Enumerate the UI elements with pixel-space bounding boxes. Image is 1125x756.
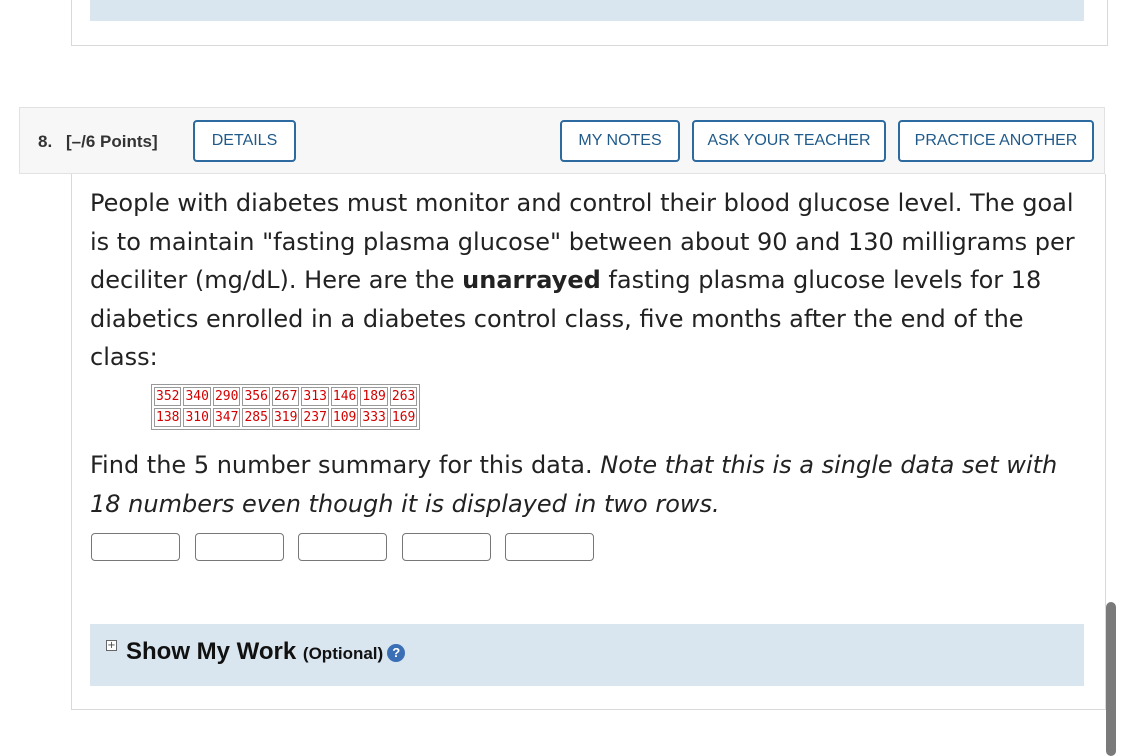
ask-your-teacher-button[interactable]: ASK YOUR TEACHER	[692, 120, 886, 162]
data-cell: 285	[242, 408, 270, 427]
question-text: People with diabetes must monitor and co…	[90, 184, 1090, 377]
question-body: People with diabetes must monitor and co…	[71, 174, 1106, 710]
help-icon[interactable]: ?	[387, 643, 406, 662]
data-cell: 169	[389, 408, 418, 427]
answer-input-1[interactable]	[91, 533, 180, 561]
details-button[interactable]: DETAILS	[193, 120, 296, 162]
previous-show-my-work-box[interactable]	[90, 0, 1084, 21]
data-cell: 313	[301, 387, 329, 406]
data-cell: 319	[271, 408, 300, 427]
data-row-2: 138 310 347 285 319 237 109 333 169	[154, 408, 418, 427]
data-cell: 340	[183, 387, 211, 406]
data-cell: 290	[212, 387, 241, 406]
data-cell: 138	[154, 408, 182, 427]
data-table: 352 340 290 356 267 313 146 189 263 138 …	[151, 384, 421, 430]
data-cell: 352	[154, 387, 182, 406]
instruction-plain: Find the 5 number summary for this data.	[90, 451, 601, 479]
data-cell: 347	[212, 408, 241, 427]
my-notes-button[interactable]: MY NOTES	[560, 120, 680, 162]
page: 8. [–/6 Points] DETAILS MY NOTES ASK YOU…	[0, 0, 1125, 756]
expand-plus-icon[interactable]: +	[106, 640, 117, 651]
question-number: 8.	[38, 132, 53, 151]
question-header: 8. [–/6 Points] DETAILS MY NOTES ASK YOU…	[19, 107, 1105, 174]
data-cell: 310	[183, 408, 211, 427]
show-my-work-title[interactable]: Show My Work (Optional)?	[126, 638, 406, 666]
data-cell: 237	[301, 408, 329, 427]
data-cell: 267	[271, 387, 300, 406]
show-my-work-label: Show My Work	[126, 638, 297, 665]
data-cell: 146	[330, 387, 359, 406]
show-my-work-box[interactable]: + Show My Work (Optional)?	[90, 624, 1084, 686]
answer-input-4[interactable]	[402, 533, 491, 561]
data-cell: 109	[330, 408, 359, 427]
question-points: [–/6 Points]	[66, 132, 158, 151]
optional-label: (Optional)	[302, 644, 384, 663]
answer-input-3[interactable]	[298, 533, 387, 561]
data-cell: 189	[360, 387, 388, 406]
previous-question-card	[71, 0, 1108, 46]
practice-another-button[interactable]: PRACTICE ANOTHER	[898, 120, 1094, 162]
data-row-1: 352 340 290 356 267 313 146 189 263	[154, 387, 418, 406]
answer-input-5[interactable]	[505, 533, 594, 561]
answer-input-2[interactable]	[195, 533, 284, 561]
question-text-bold: unarrayed	[462, 266, 601, 294]
data-cell: 356	[242, 387, 270, 406]
scrollbar-thumb[interactable]	[1106, 602, 1116, 756]
instruction-text: Find the 5 number summary for this data.…	[90, 446, 1090, 523]
data-cell: 263	[389, 387, 418, 406]
data-cell: 333	[360, 408, 388, 427]
